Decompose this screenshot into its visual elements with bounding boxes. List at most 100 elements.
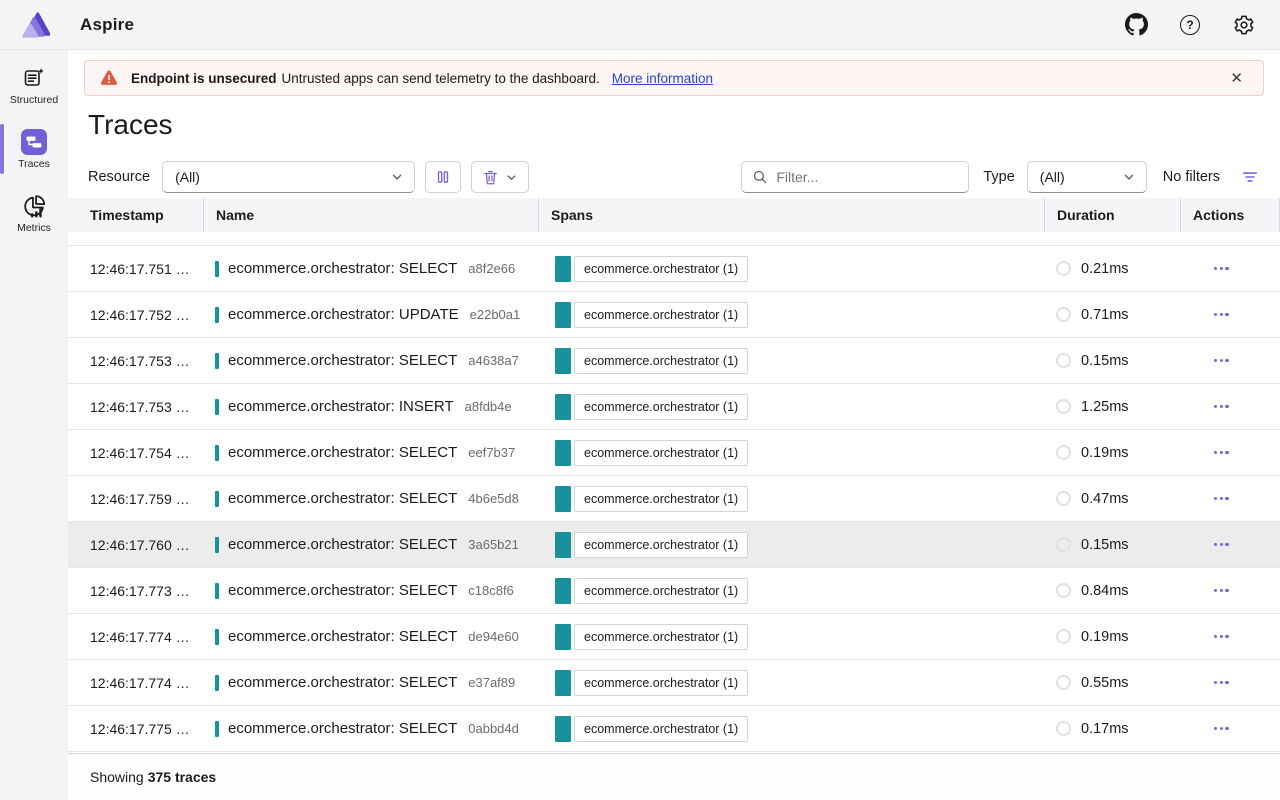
left-nav: Structured Traces (0, 50, 68, 800)
table-row[interactable]: 12:46:17.773 … ecommerce.orchestrator: S… (68, 568, 1280, 614)
resource-color-bar (215, 491, 219, 507)
trace-id: de94e60 (468, 629, 519, 644)
github-icon[interactable] (1124, 13, 1148, 37)
span-badge[interactable]: ecommerce.orchestrator (1) (555, 348, 748, 374)
table-row[interactable]: 12:46:17.760 … ecommerce.orchestrator: S… (68, 522, 1280, 568)
span-badge[interactable]: ecommerce.orchestrator (1) (555, 624, 748, 650)
trace-name: ecommerce.orchestrator: SELECT (228, 260, 457, 277)
metrics-icon (21, 193, 47, 219)
span-badge[interactable]: ecommerce.orchestrator (1) (555, 440, 748, 466)
page-title: Traces (68, 104, 1280, 146)
span-label: ecommerce.orchestrator (1) (574, 716, 748, 742)
help-icon[interactable]: ? (1178, 13, 1202, 37)
sidebar-item-traces[interactable]: Traces (0, 122, 68, 176)
column-header-spans: Spans (538, 198, 1044, 232)
more-actions-button[interactable] (1210, 675, 1233, 690)
table-row[interactable]: 12:46:17.754 … ecommerce.orchestrator: S… (68, 430, 1280, 476)
duration-value: 0.15ms (1081, 353, 1129, 369)
span-badge[interactable]: ecommerce.orchestrator (1) (555, 302, 748, 328)
span-badge[interactable]: ecommerce.orchestrator (1) (555, 256, 748, 282)
table-row[interactable]: 12:46:17.775 … ecommerce.orchestrator: S… (68, 706, 1280, 752)
settings-gear-icon[interactable] (1232, 13, 1256, 37)
span-badge[interactable]: ecommerce.orchestrator (1) (555, 716, 748, 742)
more-actions-button[interactable] (1210, 307, 1233, 322)
more-actions-button[interactable] (1210, 629, 1233, 644)
table-row[interactable]: 12:46:17.751 … ecommerce.orchestrator: S… (68, 246, 1280, 292)
more-actions-button[interactable] (1210, 399, 1233, 414)
chevron-down-icon (1122, 170, 1136, 184)
more-actions-button[interactable] (1210, 583, 1233, 598)
more-actions-button[interactable] (1210, 721, 1233, 736)
banner-close-icon[interactable]: ✕ (1224, 67, 1249, 89)
banner-message: Untrusted apps can send telemetry to the… (282, 71, 600, 86)
table-row[interactable]: 12:46:17.753 … ecommerce.orchestrator: I… (68, 384, 1280, 430)
more-actions-button[interactable] (1210, 445, 1233, 460)
trace-name: ecommerce.orchestrator: SELECT (228, 720, 457, 737)
duration-ring-icon (1056, 583, 1071, 598)
more-actions-button[interactable] (1210, 537, 1233, 552)
span-label: ecommerce.orchestrator (1) (574, 670, 748, 696)
duration-value: 0.71ms (1081, 307, 1129, 323)
span-badge[interactable]: ecommerce.orchestrator (1) (555, 532, 748, 558)
chevron-down-icon (390, 170, 404, 184)
pause-icon (435, 169, 451, 185)
span-label: ecommerce.orchestrator (1) (574, 532, 748, 558)
table-row[interactable]: 12:46:17.774 … ecommerce.orchestrator: S… (68, 660, 1280, 706)
duration-value: 0.47ms (1081, 491, 1129, 507)
span-label: ecommerce.orchestrator (1) (574, 486, 748, 512)
span-color-block (555, 302, 571, 328)
duration-ring-icon (1056, 399, 1071, 414)
traces-table: Timestamp Name Spans Duration Actions 12… (68, 198, 1280, 800)
duration-value: 0.55ms (1081, 675, 1129, 691)
warning-triangle-icon (99, 68, 119, 88)
resource-color-bar (215, 629, 219, 645)
trace-id: a8fdb4e (465, 399, 512, 414)
column-header-name: Name (203, 198, 538, 232)
clear-traces-split-button[interactable] (471, 161, 529, 193)
span-badge[interactable]: ecommerce.orchestrator (1) (555, 670, 748, 696)
trace-name: ecommerce.orchestrator: SELECT (228, 536, 457, 553)
trace-timestamp: 12:46:17.760 … (90, 537, 190, 553)
span-label: ecommerce.orchestrator (1) (574, 440, 748, 466)
span-color-block (555, 394, 571, 420)
duration-ring-icon (1056, 675, 1071, 690)
span-badge[interactable]: ecommerce.orchestrator (1) (555, 578, 748, 604)
filters-icon[interactable] (1236, 163, 1264, 191)
search-icon (752, 169, 768, 185)
duration-ring-icon (1056, 353, 1071, 368)
traces-icon (21, 129, 47, 155)
sidebar-item-metrics[interactable]: Metrics (0, 186, 68, 240)
type-select[interactable]: (All) (1027, 161, 1147, 193)
trace-timestamp: 12:46:17.752 … (90, 307, 190, 323)
filter-input[interactable] (776, 169, 958, 185)
trace-id: 3a65b21 (468, 537, 519, 552)
more-information-link[interactable]: More information (612, 71, 713, 86)
trace-name: ecommerce.orchestrator: SELECT (228, 628, 457, 645)
table-row[interactable]: 12:46:17.759 … ecommerce.orchestrator: S… (68, 476, 1280, 522)
table-row[interactable]: 12:46:17.753 … ecommerce.orchestrator: S… (68, 338, 1280, 384)
duration-value: 0.84ms (1081, 583, 1129, 599)
table-row[interactable]: 12:46:17.752 … ecommerce.orchestrator: U… (68, 292, 1280, 338)
topbar-actions: ? (1124, 13, 1256, 37)
more-actions-button[interactable] (1210, 491, 1233, 506)
trace-id: a8f2e66 (468, 261, 515, 276)
footer-trace-count: 375 traces (148, 769, 217, 785)
resource-label: Resource (88, 169, 150, 185)
trace-rows: 12:46:17.751 … ecommerce.orchestrator: S… (68, 246, 1280, 752)
resource-select[interactable]: (All) (162, 161, 415, 193)
span-badge[interactable]: ecommerce.orchestrator (1) (555, 486, 748, 512)
trace-timestamp: 12:46:17.751 … (90, 261, 190, 277)
aspire-logo-icon (20, 10, 50, 40)
pause-button[interactable] (425, 161, 461, 193)
trace-id: eef7b37 (468, 445, 515, 460)
banner-title: Endpoint is unsecured (131, 71, 277, 86)
table-row[interactable]: 12:46:17.774 … ecommerce.orchestrator: S… (68, 614, 1280, 660)
trace-timestamp: 12:46:17.753 … (90, 399, 190, 415)
sidebar-item-structured[interactable]: Structured (0, 58, 68, 112)
span-badge[interactable]: ecommerce.orchestrator (1) (555, 394, 748, 420)
more-actions-button[interactable] (1210, 353, 1233, 368)
resource-color-bar (215, 445, 219, 461)
more-actions-button[interactable] (1210, 261, 1233, 276)
span-color-block (555, 670, 571, 696)
span-label: ecommerce.orchestrator (1) (574, 256, 748, 282)
